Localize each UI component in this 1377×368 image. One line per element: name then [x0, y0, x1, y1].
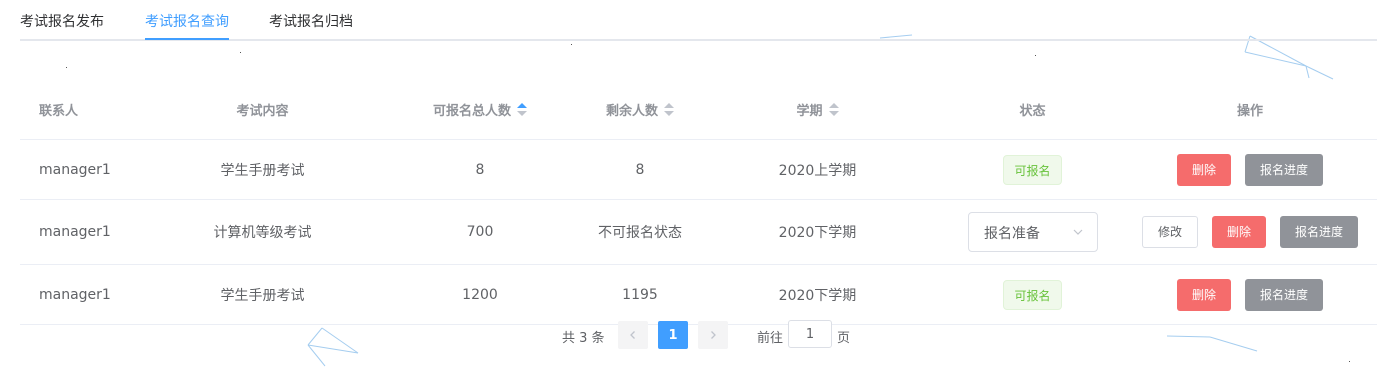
page-number-button[interactable]: 1	[658, 321, 688, 349]
sort-caret-icon[interactable]	[828, 102, 839, 117]
cell-total: 8	[475, 161, 485, 178]
chevron-left-icon	[630, 331, 635, 339]
chevron-right-icon	[711, 331, 716, 339]
cell-total: 700	[466, 224, 494, 240]
registration-table: 联系人 考试内容 可报名总人数 剩余人数 学期 状态 操作 manager1 学…	[20, 80, 1377, 325]
goto-page-input[interactable]	[788, 320, 832, 348]
cell-status: 可报名	[920, 140, 1145, 199]
cell-actions: 修改 删除 报名进度	[1141, 200, 1359, 264]
chevron-down-icon	[1073, 229, 1083, 235]
sort-caret-icon[interactable]	[664, 102, 674, 117]
cell-content: 学生手册考试	[220, 162, 305, 179]
sort-caret-icon[interactable]	[517, 102, 527, 117]
cell-remaining: 1195	[622, 286, 658, 303]
tab-exam-query[interactable]: 考试报名查询	[145, 11, 229, 31]
progress-button[interactable]: 报名进度	[1245, 153, 1324, 186]
cell-content: 计算机等级考试	[213, 225, 312, 241]
cell-actions: 删除 报名进度	[1145, 265, 1355, 324]
header-term[interactable]: 学期	[715, 80, 920, 139]
delete-button[interactable]: 删除	[1176, 278, 1231, 311]
goto-label: 前往	[757, 331, 784, 346]
pagination: 共 3 条 1 前往 页	[0, 318, 1377, 354]
header-remaining[interactable]: 剩余人数	[565, 80, 715, 139]
cell-remaining: 8	[635, 161, 645, 178]
page-suffix: 页	[837, 331, 851, 346]
tab-exam-publish[interactable]: 考试报名发布	[20, 11, 104, 31]
table-row: manager1 计算机等级考试 700 不可报名状态 2020下学期 报名准备…	[20, 200, 1377, 265]
delete-button[interactable]: 删除	[1176, 153, 1231, 186]
cell-remaining: 不可报名状态	[598, 225, 682, 241]
table-row: manager1 学生手册考试 8 8 2020上学期 可报名 删除 报名进度	[20, 140, 1377, 200]
status-badge: 可报名	[1003, 279, 1062, 310]
cell-content: 学生手册考试	[220, 287, 305, 304]
next-page-button[interactable]	[698, 321, 728, 349]
cell-term: 2020下学期	[778, 287, 857, 304]
progress-button[interactable]: 报名进度	[1245, 278, 1324, 311]
table-row: manager1 学生手册考试 1200 1195 2020下学期 可报名 删除…	[20, 265, 1377, 325]
cell-status: 可报名	[920, 265, 1145, 324]
tab-exam-archive[interactable]: 考试报名归档	[269, 11, 353, 31]
status-badge: 可报名	[1003, 154, 1062, 185]
header-total[interactable]: 可报名总人数	[395, 80, 565, 139]
pagination-total: 共 3 条	[562, 331, 605, 346]
cell-term: 2020下学期	[778, 225, 857, 241]
active-tab-indicator	[145, 38, 229, 40]
header-content: 考试内容	[236, 104, 289, 119]
cell-status: 报名准备	[920, 200, 1145, 264]
status-select-value: 报名准备	[984, 226, 1040, 242]
header-status: 状态	[1019, 104, 1046, 119]
cell-total: 1200	[462, 286, 498, 303]
edit-button[interactable]: 修改	[1141, 216, 1198, 248]
cell-actions: 删除 报名进度	[1145, 140, 1355, 199]
cell-term: 2020上学期	[778, 162, 857, 179]
table-header: 联系人 考试内容 可报名总人数 剩余人数 学期 状态 操作	[20, 80, 1377, 140]
progress-button[interactable]: 报名进度	[1280, 216, 1359, 248]
tab-bar: 考试报名发布 考试报名查询 考试报名归档	[20, 0, 1377, 41]
delete-button[interactable]: 删除	[1212, 216, 1267, 248]
prev-page-button[interactable]	[618, 321, 648, 349]
header-actions: 操作	[1236, 104, 1263, 119]
status-select[interactable]: 报名准备	[968, 212, 1098, 252]
